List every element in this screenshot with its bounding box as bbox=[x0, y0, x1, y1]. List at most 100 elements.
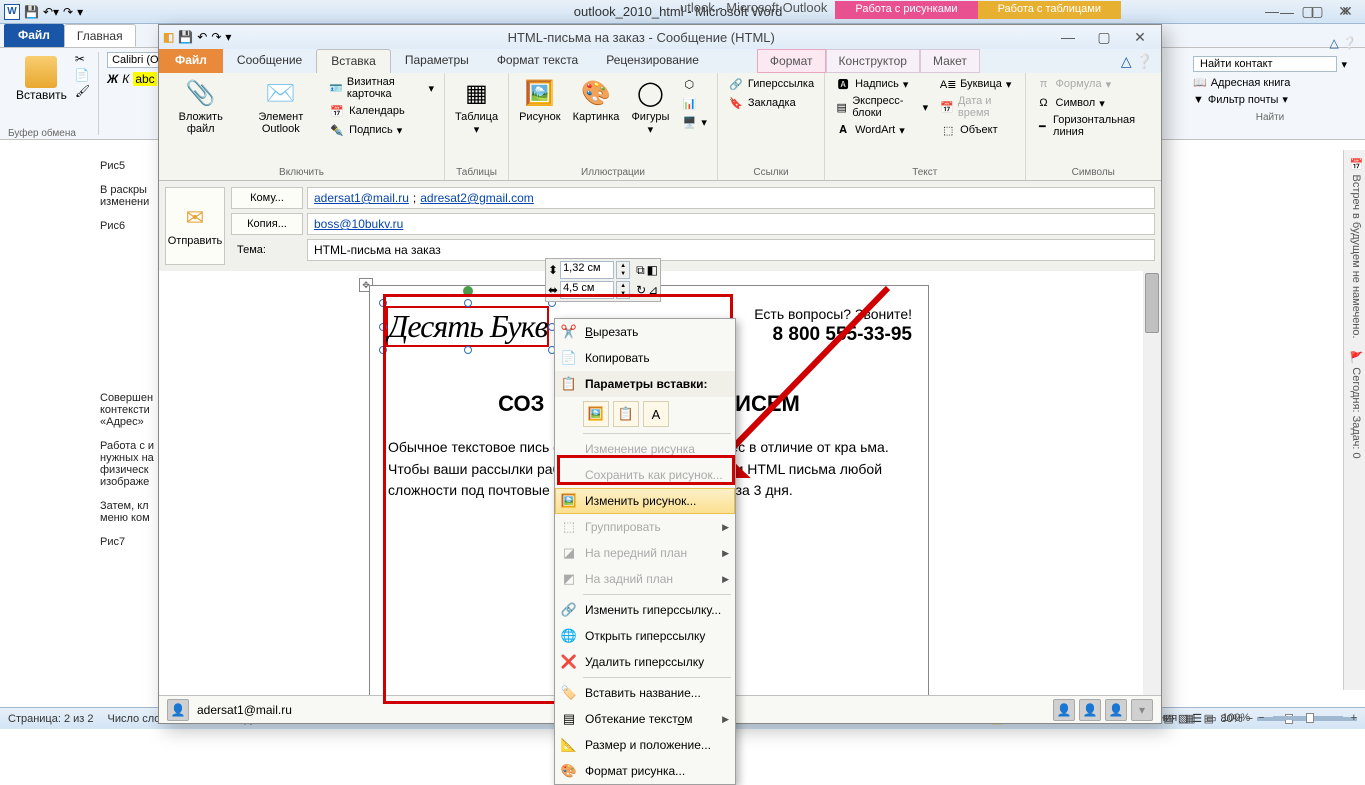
recipient-link[interactable]: adersat1@mail.ru bbox=[314, 191, 409, 205]
msg-tab-review[interactable]: Рецензирование bbox=[592, 49, 713, 73]
msg-tab-table-layout[interactable]: Макет bbox=[920, 49, 980, 73]
contact-avatar[interactable]: 👤 bbox=[167, 699, 189, 721]
presence-icon[interactable]: 👤 bbox=[1053, 699, 1075, 721]
send-button[interactable]: ✉ Отправить bbox=[165, 187, 225, 265]
format-painter-icon[interactable]: 🖌 bbox=[75, 84, 90, 98]
outlook-maximize-button[interactable]: ▢ bbox=[1291, 2, 1325, 20]
bookmark-button[interactable]: 🔖Закладка bbox=[724, 94, 818, 112]
msg-tab-message[interactable]: Сообщение bbox=[223, 49, 316, 73]
msg-minimize-button[interactable]: — bbox=[1051, 28, 1085, 46]
outlook-zoom[interactable]: 100% bbox=[1222, 712, 1250, 724]
cm-insert-caption[interactable]: 🏷️Вставить название... bbox=[555, 680, 735, 706]
crop-icon[interactable]: ⧉ bbox=[636, 263, 645, 278]
quickparts-button[interactable]: ▤Экспресс-блоки ▾ bbox=[831, 94, 932, 120]
chart-button[interactable]: 📊 bbox=[677, 94, 711, 112]
height-spinner[interactable]: ▲▼ bbox=[616, 261, 630, 279]
msg-tab-table-design[interactable]: Конструктор bbox=[826, 49, 920, 73]
expand-icon[interactable]: ▾ bbox=[1131, 699, 1153, 721]
msg-tab-insert[interactable]: Вставка bbox=[316, 49, 391, 73]
outlook-view-icon2[interactable]: ▤ bbox=[1204, 712, 1214, 725]
msg-redo-icon[interactable]: ↷ bbox=[211, 30, 221, 44]
msg-tab-picture-format[interactable]: Формат bbox=[757, 49, 826, 73]
outlook-minimize-button[interactable]: — bbox=[1255, 2, 1289, 20]
rotate-tool-icon[interactable]: ↻ bbox=[636, 283, 646, 297]
attach-file-button[interactable]: 📎 Вложить файл bbox=[165, 75, 236, 165]
cm-copy[interactable]: 📄Копировать bbox=[555, 345, 735, 371]
presence-icon[interactable]: 👤 bbox=[1105, 699, 1127, 721]
resize-handle[interactable] bbox=[379, 346, 387, 354]
filter-mail-button[interactable]: ▼ Фильтр почты ▾ bbox=[1189, 91, 1351, 108]
copy-icon[interactable]: 📄 bbox=[75, 68, 90, 82]
redo-icon[interactable]: ↷ bbox=[63, 5, 73, 19]
cc-button[interactable]: Копия... bbox=[231, 213, 303, 235]
crop-tool-icon[interactable]: ◧ bbox=[647, 263, 658, 277]
selected-image[interactable]: Десять Букв bbox=[386, 306, 549, 347]
symbol-button[interactable]: ΩСимвол ▾ bbox=[1032, 94, 1155, 112]
msg-close-button[interactable]: ✕ bbox=[1123, 28, 1157, 46]
msg-maximize-button[interactable]: ▢ bbox=[1087, 28, 1121, 46]
word-tab-home[interactable]: Главная bbox=[64, 24, 136, 47]
cm-edit-hyperlink[interactable]: 🔗Изменить гиперссылку... bbox=[555, 597, 735, 623]
scrollbar-thumb[interactable] bbox=[1145, 273, 1159, 333]
business-card-button[interactable]: 🪪Визитная карточка ▾ bbox=[325, 75, 438, 101]
paste-option-text[interactable]: A bbox=[643, 401, 669, 427]
find-contact-input[interactable]: Найти контакт ▾ bbox=[1189, 54, 1351, 74]
save-icon[interactable]: 💾 bbox=[24, 5, 39, 19]
subject-field[interactable]: HTML-письма на заказ bbox=[307, 239, 1155, 261]
cm-cut[interactable]: ✂️Вырезать bbox=[555, 319, 735, 345]
msg-tab-options[interactable]: Параметры bbox=[391, 49, 483, 73]
object-button[interactable]: ⬚Объект bbox=[936, 121, 1018, 139]
recipient-link[interactable]: boss@10bukv.ru bbox=[314, 217, 403, 231]
dropcap-button[interactable]: A≣Буквица ▾ bbox=[936, 75, 1018, 93]
cm-format-picture[interactable]: 🎨Формат рисунка... bbox=[555, 758, 735, 784]
height-input[interactable]: 1,32 см bbox=[560, 261, 614, 279]
resize-handle[interactable] bbox=[464, 299, 472, 307]
undo-icon[interactable]: ↶▾ bbox=[43, 5, 59, 19]
outlook-zoom-slider[interactable] bbox=[1273, 716, 1343, 720]
outlook-ribbon-toggle-icon[interactable]: △ ❔ bbox=[1329, 36, 1357, 50]
align-tool-icon[interactable]: ⊿ bbox=[648, 283, 658, 297]
picture-button[interactable]: 🖼️Рисунок bbox=[515, 75, 565, 165]
resize-handle[interactable] bbox=[379, 299, 387, 307]
highlight-button[interactable]: abc bbox=[133, 72, 156, 86]
outlook-zoom-in[interactable]: + bbox=[1351, 712, 1357, 724]
to-field[interactable]: adersat1@mail.ru; adresat2@gmail.com bbox=[307, 187, 1155, 209]
word-file-tab[interactable]: Файл bbox=[4, 24, 64, 47]
horizontal-line-button[interactable]: ━Горизонтальная линия bbox=[1032, 113, 1155, 139]
table-button[interactable]: ▦ Таблица ▾ bbox=[451, 75, 502, 165]
width-spinner[interactable]: ▲▼ bbox=[616, 281, 630, 299]
resize-handle[interactable] bbox=[379, 323, 387, 331]
outlook-zoom-out[interactable]: − bbox=[1258, 712, 1264, 724]
status-page[interactable]: Страница: 2 из 2 bbox=[8, 713, 94, 725]
calendar-button[interactable]: 📅Календарь bbox=[325, 102, 438, 120]
hyperlink-button[interactable]: 🔗Гиперссылка bbox=[724, 75, 818, 93]
address-book-button[interactable]: 📖 Адресная книга bbox=[1189, 74, 1351, 91]
paste-option-picture[interactable]: 🖼️ bbox=[583, 401, 609, 427]
to-button[interactable]: Кому... bbox=[231, 187, 303, 209]
outlook-todo-panel[interactable]: 📅 Встреч в будущем не намечено. 🚩 Сегодн… bbox=[1343, 150, 1365, 690]
presence-icon[interactable]: 👤 bbox=[1079, 699, 1101, 721]
outlook-view-icon[interactable]: ▦ bbox=[1185, 712, 1195, 725]
cut-icon[interactable]: ✂ bbox=[75, 52, 90, 66]
screenshot-button[interactable]: 🖥️ ▾ bbox=[677, 113, 711, 131]
vertical-scrollbar[interactable] bbox=[1143, 271, 1161, 721]
italic-button[interactable]: К bbox=[122, 72, 129, 86]
msg-file-tab[interactable]: Файл bbox=[159, 49, 223, 73]
bold-button[interactable]: Ж bbox=[107, 72, 118, 86]
textbox-button[interactable]: 🅰Надпись ▾ bbox=[831, 75, 932, 93]
msg-tab-format[interactable]: Формат текста bbox=[483, 49, 592, 73]
paste-option-keep[interactable]: 📋 bbox=[613, 401, 639, 427]
msg-ribbon-toggle-icon[interactable]: △ ❔ bbox=[1121, 53, 1153, 70]
rotate-handle[interactable] bbox=[463, 286, 473, 296]
cm-text-wrapping[interactable]: ▤Обтекание текстом▶ bbox=[555, 706, 735, 732]
wordart-button[interactable]: 𝐀WordArt ▾ bbox=[831, 121, 932, 139]
clipart-button[interactable]: 🎨Картинка bbox=[569, 75, 624, 165]
outlook-close-button[interactable]: ✕ bbox=[1327, 2, 1361, 20]
signature-button[interactable]: ✒️Подпись ▾ bbox=[325, 121, 438, 139]
cm-remove-hyperlink[interactable]: ❌Удалить гиперссылку bbox=[555, 649, 735, 675]
msg-save-icon[interactable]: 💾 bbox=[178, 30, 193, 44]
cm-size-position[interactable]: 📐Размер и положение... bbox=[555, 732, 735, 758]
cm-change-picture[interactable]: 🖼️Изменить рисунок... bbox=[555, 488, 735, 514]
resize-handle[interactable] bbox=[464, 346, 472, 354]
cc-field[interactable]: boss@10bukv.ru bbox=[307, 213, 1155, 235]
